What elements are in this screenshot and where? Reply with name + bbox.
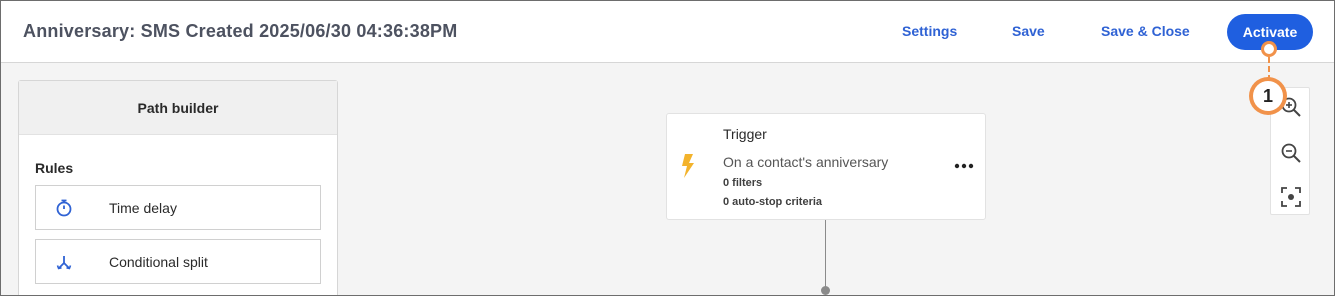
save-close-button[interactable]: Save & Close bbox=[1101, 23, 1190, 39]
rules-heading: Rules bbox=[35, 160, 74, 176]
callout-badge: 1 bbox=[1249, 77, 1287, 115]
trigger-description: On a contact's anniversary bbox=[723, 154, 889, 170]
rule-label: Time delay bbox=[109, 200, 177, 216]
zoom-out-icon[interactable] bbox=[1280, 142, 1302, 164]
path-connector bbox=[825, 220, 826, 290]
split-icon bbox=[54, 252, 74, 272]
path-node bbox=[821, 286, 830, 295]
trigger-filters: 0 filters bbox=[723, 177, 763, 189]
rule-label: Conditional split bbox=[109, 254, 208, 270]
rule-time-delay[interactable]: Time delay bbox=[35, 185, 321, 230]
save-button[interactable]: Save bbox=[1012, 23, 1045, 39]
trigger-auto-stop: 0 auto-stop criteria bbox=[723, 196, 823, 208]
callout-number: 1 bbox=[1253, 81, 1283, 111]
callout-anchor-dot bbox=[1261, 41, 1277, 57]
path-builder-panel: Path builder Rules Time delay Conditiona… bbox=[18, 80, 338, 295]
header-bar: Anniversary: SMS Created 2025/06/30 04:3… bbox=[1, 1, 1334, 63]
settings-button[interactable]: Settings bbox=[902, 23, 957, 39]
more-options-icon[interactable] bbox=[954, 158, 974, 169]
trigger-title: Trigger bbox=[723, 126, 767, 142]
rule-conditional-split[interactable]: Conditional split bbox=[35, 239, 321, 284]
page-title: Anniversary: SMS Created 2025/06/30 04:3… bbox=[23, 21, 458, 41]
path-builder-title: Path builder bbox=[19, 81, 337, 135]
trigger-card[interactable]: Trigger On a contact's anniversary 0 fil… bbox=[666, 113, 986, 220]
app-window: Anniversary: SMS Created 2025/06/30 04:3… bbox=[0, 0, 1335, 296]
lightning-icon bbox=[681, 154, 695, 178]
stopwatch-icon bbox=[54, 198, 74, 218]
fit-to-screen-icon[interactable] bbox=[1280, 186, 1302, 208]
